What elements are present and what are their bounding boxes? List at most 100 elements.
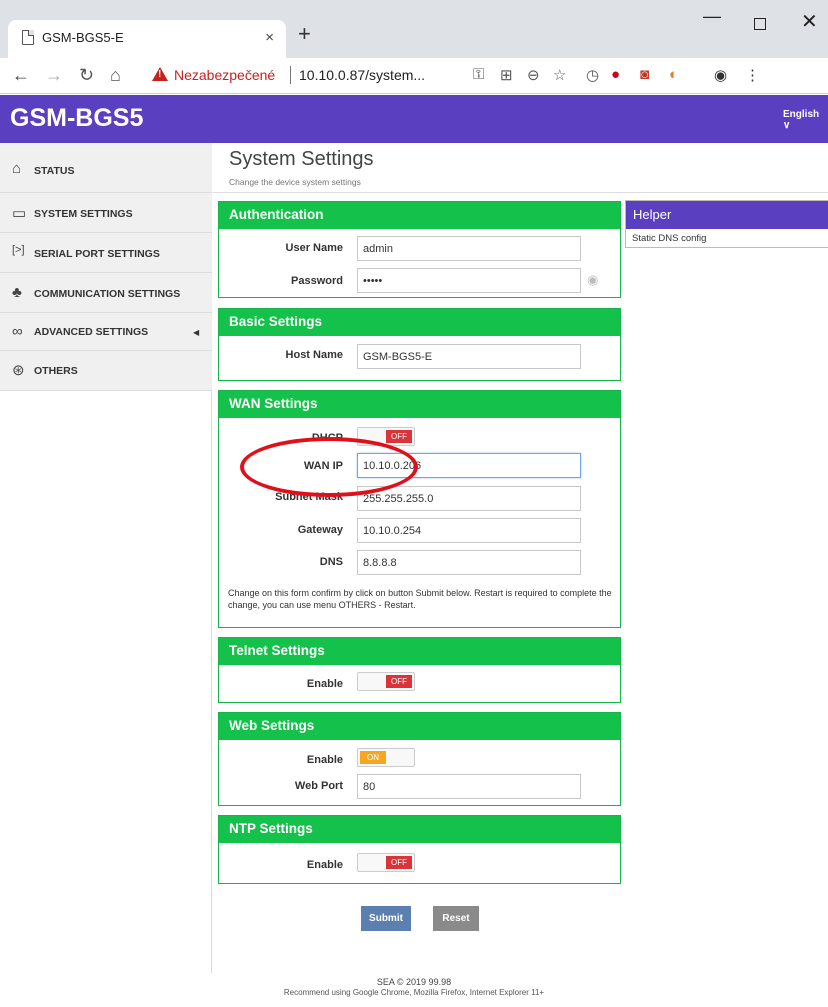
sidebar-item-label: SYSTEM SETTINGS xyxy=(34,208,133,220)
sidebar-item-label: COMMUNICATION SETTINGS xyxy=(34,288,181,300)
password-label: Password xyxy=(291,275,343,287)
sidebar-item-communication[interactable]: ♣ COMMUNICATION SETTINGS xyxy=(0,273,212,313)
submit-button[interactable]: Submit xyxy=(361,906,411,931)
forward-icon[interactable]: → xyxy=(45,65,63,86)
language-select[interactable]: English ∨ xyxy=(783,109,828,131)
panel-header: Authentication xyxy=(219,202,620,229)
username-label: User Name xyxy=(285,242,343,254)
translate-icon[interactable]: ⊞ xyxy=(500,66,513,84)
caret-left-icon: ◀ xyxy=(193,328,200,337)
avatar[interactable]: ◉ xyxy=(714,66,727,84)
web-port-field[interactable]: 80 xyxy=(357,774,581,799)
ntp-settings-panel: NTP Settings Enable OFF xyxy=(218,815,621,884)
panel-header: NTP Settings xyxy=(219,816,620,843)
web-settings-panel: Web Settings Enable ON Web Port 80 xyxy=(218,712,621,806)
sidebar-item-label: ADVANCED SETTINGS xyxy=(34,326,149,338)
page-title: System Settings xyxy=(229,148,374,170)
bookmark-star-icon[interactable]: ☆ xyxy=(553,66,566,84)
panel-header: Basic Settings xyxy=(219,309,620,336)
authentication-panel: Authentication User Name admin Password … xyxy=(218,201,621,298)
address-separator xyxy=(290,66,291,84)
browser-recommendation: Recommend using Google Chrome, Mozilla F… xyxy=(283,988,545,997)
maximize-button[interactable] xyxy=(754,18,766,30)
page-icon xyxy=(22,30,34,45)
dns-field[interactable]: 8.8.8.8 xyxy=(357,550,581,575)
pocket-icon[interactable]: ◙ xyxy=(640,66,649,83)
sidebar-item-others[interactable]: ⊛ OTHERS xyxy=(0,351,212,391)
security-status[interactable]: Nezabezpečené xyxy=(174,67,275,83)
address-bar[interactable]: 10.10.0.87/system... xyxy=(299,67,425,83)
zoom-icon[interactable]: ⊖ xyxy=(527,66,540,84)
copyright: SEA © 2019 99.98 xyxy=(376,977,452,987)
panel-header: WAN Settings xyxy=(219,391,620,418)
network-icon: ♣ xyxy=(12,284,22,301)
reset-button[interactable]: Reset xyxy=(433,906,479,931)
hostname-label: Host Name xyxy=(285,349,343,361)
menu-kebab-icon[interactable]: ⋮ xyxy=(745,66,760,84)
extension-icon[interactable]: ◐ xyxy=(669,66,678,83)
username-field[interactable]: admin xyxy=(357,236,581,261)
telnet-enable-label: Enable xyxy=(306,678,343,690)
infinity-icon: ∞ xyxy=(12,323,23,340)
telnet-enable-toggle[interactable]: OFF xyxy=(357,672,415,691)
ntp-enable-toggle[interactable]: OFF xyxy=(357,853,415,872)
speed-dial-icon[interactable]: ◷ xyxy=(586,66,599,84)
wan-settings-panel: WAN Settings DHCP OFF WAN IP 10.10.0.206… xyxy=(218,390,621,628)
sidebar-item-status[interactable]: ⌂ STATUS xyxy=(0,143,212,193)
minimize-button[interactable]: — xyxy=(703,6,721,27)
new-tab-button[interactable]: + xyxy=(298,23,311,45)
subnet-mask-field[interactable]: 255.255.255.0 xyxy=(357,486,581,511)
sidebar-item-system-settings[interactable]: ▭ SYSTEM SETTINGS xyxy=(0,193,212,233)
basic-settings-panel: Basic Settings Host Name GSM-BGS5-E xyxy=(218,308,621,381)
sidebar-item-serial-port[interactable]: [>] SERIAL PORT SETTINGS xyxy=(0,233,212,273)
web-enable-label: Enable xyxy=(306,754,343,766)
hostname-field[interactable]: GSM-BGS5-E xyxy=(357,344,581,369)
back-icon[interactable]: ← xyxy=(12,65,30,86)
ntp-enable-label: Enable xyxy=(306,859,343,871)
sidebar-item-label: STATUS xyxy=(34,165,75,177)
helper-panel: Helper Static DNS config xyxy=(625,200,828,248)
toggle-state: OFF xyxy=(386,430,412,443)
panel-header: Web Settings xyxy=(219,713,620,740)
terminal-icon: [>] xyxy=(12,244,25,256)
annotation-ellipse xyxy=(240,437,418,497)
home-nav-icon[interactable]: ⌂ xyxy=(110,65,121,86)
helper-header: Helper xyxy=(626,201,828,229)
warning-icon[interactable] xyxy=(152,67,168,81)
gateway-field[interactable]: 10.10.0.254 xyxy=(357,518,581,543)
gateway-label: Gateway xyxy=(297,524,343,536)
sidebar-item-advanced[interactable]: ∞ ADVANCED SETTINGS ◀ xyxy=(0,313,212,351)
reload-icon[interactable]: ↻ xyxy=(79,65,94,86)
web-enable-toggle[interactable]: ON xyxy=(357,748,415,767)
adblock-icon[interactable]: ● xyxy=(611,66,620,83)
app-header: GSM-BGS5 English ∨ xyxy=(0,95,828,143)
telnet-settings-panel: Telnet Settings Enable OFF xyxy=(218,637,621,703)
dns-label: DNS xyxy=(319,556,343,568)
browser-tabstrip: GSM-BGS5-E × + — ✕ xyxy=(0,0,828,58)
monitor-icon: ▭ xyxy=(12,205,27,222)
home-icon: ⌂ xyxy=(12,160,22,177)
tab-close-button[interactable]: × xyxy=(265,29,274,46)
dribbble-icon: ⊛ xyxy=(12,362,25,379)
restart-note: Change on this form confirm by click on … xyxy=(228,588,612,610)
key-icon[interactable]: ⚿ xyxy=(473,66,484,83)
app-title: GSM-BGS5 xyxy=(10,104,144,132)
toggle-state: ON xyxy=(360,751,386,764)
toggle-state: OFF xyxy=(386,856,412,869)
panel-header: Telnet Settings xyxy=(219,638,620,665)
tab-title: GSM-BGS5-E xyxy=(42,30,124,45)
page-subtitle: Change the device system settings xyxy=(229,177,361,187)
footer: SEA © 2019 99.98 Recommend using Google … xyxy=(0,977,828,997)
sidebar-item-label: SERIAL PORT SETTINGS xyxy=(34,248,160,260)
browser-tab[interactable]: GSM-BGS5-E × xyxy=(8,20,286,58)
window-close-button[interactable]: ✕ xyxy=(801,9,818,34)
divider xyxy=(213,192,828,193)
sidebar: ⌂ STATUS ▭ SYSTEM SETTINGS [>] SERIAL PO… xyxy=(0,143,212,973)
eye-icon[interactable]: ◉ xyxy=(587,272,598,288)
helper-text: Static DNS config xyxy=(632,233,707,244)
password-field[interactable]: ••••• xyxy=(357,268,581,293)
browser-toolbar: ← → ↻ ⌂ Nezabezpečené 10.10.0.87/system.… xyxy=(0,58,828,94)
web-port-label: Web Port xyxy=(294,780,343,792)
toggle-state: OFF xyxy=(386,675,412,688)
sidebar-item-label: OTHERS xyxy=(34,365,78,377)
